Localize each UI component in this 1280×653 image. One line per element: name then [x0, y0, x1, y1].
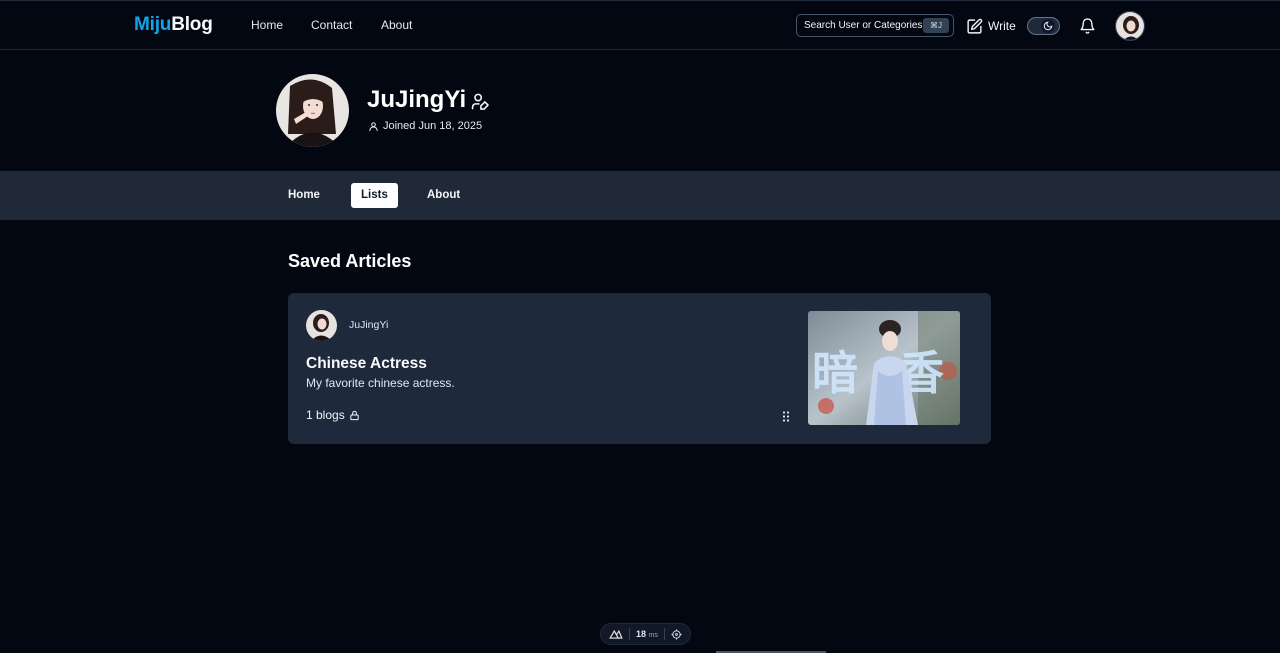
card-description: My favorite chinese actress. — [306, 376, 455, 390]
dev-toolbar[interactable]: 18 ms — [600, 623, 691, 645]
user-avatar[interactable] — [1115, 11, 1145, 41]
toolbar-divider — [663, 628, 665, 640]
search-shortcut-badge: ⌘J — [923, 18, 949, 33]
write-label: Write — [988, 19, 1016, 33]
blog-count: 1 blogs — [306, 408, 345, 422]
profile-tabs: Home Lists About — [0, 171, 1280, 220]
grip-icon[interactable] — [775, 405, 797, 427]
card-author-name[interactable]: JuJingYi — [349, 319, 388, 331]
crosshair-icon[interactable] — [671, 628, 682, 640]
list-card[interactable]: JuJingYi Chinese Actress My favorite chi… — [288, 293, 991, 444]
section-title: Saved Articles — [288, 251, 412, 271]
joined-text: Joined Jun 18, 2025 — [383, 120, 483, 132]
tab-about[interactable]: About — [427, 183, 460, 208]
user-edit-icon[interactable] — [471, 92, 490, 111]
render-time-value: 18 — [636, 629, 647, 639]
logo-part-miju: Miju — [134, 14, 172, 35]
joined-date: Joined Jun 18, 2025 — [368, 120, 482, 132]
nav-home-link[interactable]: Home — [251, 18, 283, 32]
card-meta: 1 blogs — [306, 408, 360, 422]
search-input[interactable]: Search User or Categories... ⌘J — [796, 14, 954, 37]
search-placeholder: Search User or Categories... — [804, 20, 931, 31]
card-author-avatar[interactable] — [306, 310, 337, 341]
logo-part-blog: Blog — [171, 14, 213, 35]
nav-contact-link[interactable]: Contact — [311, 18, 352, 32]
nuxt-logo-icon[interactable] — [609, 629, 623, 639]
tab-home[interactable]: Home — [288, 183, 320, 208]
render-time: 18 ms — [636, 629, 658, 639]
tab-lists[interactable]: Lists — [351, 183, 398, 208]
render-time-unit: ms — [648, 632, 658, 639]
profile-name: JuJingYi — [367, 86, 467, 113]
user-icon — [369, 121, 378, 131]
card-thumbnail[interactable]: 暗香 — [808, 311, 960, 425]
toolbar-divider — [629, 628, 630, 640]
moon-icon — [1041, 19, 1055, 33]
nav-about-link[interactable]: About — [381, 18, 412, 32]
theme-toggle[interactable] — [1027, 17, 1060, 35]
top-navbar: MijuBlog Home Contact About Search User … — [0, 0, 1280, 50]
write-button[interactable]: Write — [966, 16, 1016, 36]
pen-square-icon — [967, 18, 983, 34]
bell-icon[interactable] — [1079, 17, 1096, 35]
lock-icon — [350, 410, 359, 420]
site-logo[interactable]: MijuBlog — [134, 14, 213, 36]
profile-avatar — [276, 74, 349, 147]
card-title[interactable]: Chinese Actress — [306, 355, 427, 373]
